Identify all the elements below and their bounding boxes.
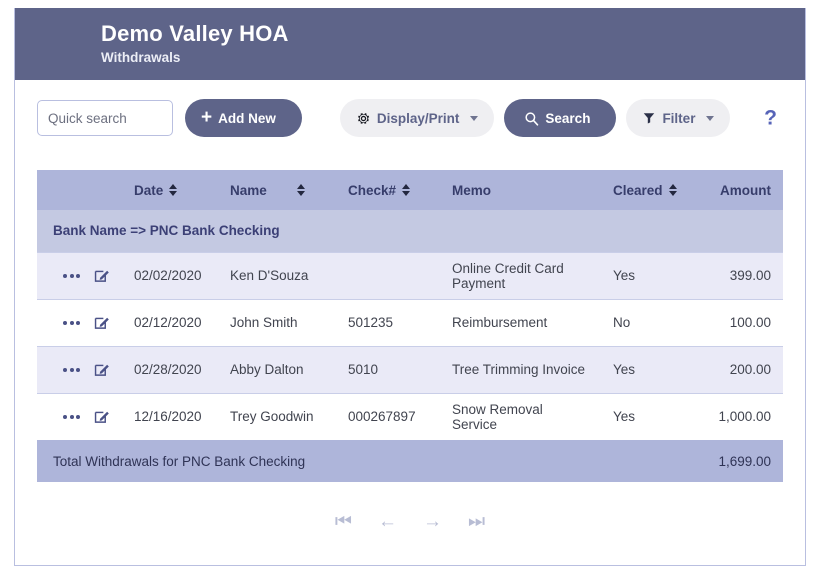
sort-icon[interactable] xyxy=(296,184,305,196)
chevron-down-icon xyxy=(706,115,715,121)
cell-cleared: No xyxy=(601,299,691,346)
prev-page-button[interactable]: ← xyxy=(378,512,397,531)
cell-amount: 200.00 xyxy=(691,345,783,394)
cell-check: 5010 xyxy=(336,345,440,394)
display-print-button[interactable]: Display/Print xyxy=(339,99,495,137)
first-page-button[interactable]: ⏮ xyxy=(335,512,352,531)
funnel-icon xyxy=(644,113,655,124)
edit-icon[interactable] xyxy=(93,314,110,331)
pagination: ⏮ ← → ⏭ xyxy=(37,512,783,531)
row-actions xyxy=(37,345,122,394)
total-row: Total Withdrawals for PNC Bank Checking … xyxy=(37,440,783,482)
withdrawals-table-wrap: Date Name Check# Memo Cleared Amount Ban… xyxy=(37,170,783,531)
column-header-check[interactable]: Check# xyxy=(336,170,440,210)
table-row[interactable]: 12/16/2020 Trey Goodwin 000267897 Snow Remo… xyxy=(37,393,783,440)
column-header-memo: Memo xyxy=(440,170,601,210)
search-button[interactable]: Search xyxy=(504,99,617,137)
edit-icon[interactable] xyxy=(93,267,110,284)
display-print-label: Display/Print xyxy=(376,110,460,126)
ellipsis-icon[interactable] xyxy=(63,320,80,325)
column-header-cleared[interactable]: Cleared xyxy=(601,170,691,210)
page-subtitle: Withdrawals xyxy=(101,50,181,65)
cell-cleared: Yes xyxy=(601,393,691,440)
cell-cleared: Yes xyxy=(601,251,691,300)
add-new-label: Add New xyxy=(218,110,276,126)
column-header-amount: Amount xyxy=(691,170,783,210)
plus-icon: + xyxy=(201,106,213,128)
row-actions xyxy=(37,251,122,300)
chevron-down-icon xyxy=(470,115,479,121)
table-row[interactable]: 02/12/2020 John Smith 501235 Reimbursement N… xyxy=(37,299,783,346)
column-header-actions xyxy=(37,170,122,210)
withdrawals-table: Date Name Check# Memo Cleared Amount Ban… xyxy=(37,170,783,482)
group-header: Bank Name => PNC Bank Checking xyxy=(37,210,783,252)
search-button-label: Search xyxy=(545,110,591,126)
table-body: 02/02/2020 Ken D'Souza Online Credit Card … xyxy=(37,251,783,440)
table-footer: Total Withdrawals for PNC Bank Checking … xyxy=(37,440,783,482)
app-header: Demo Valley HOA Withdrawals xyxy=(15,8,805,80)
column-label-amount: Amount xyxy=(720,182,771,198)
toolbar-actions: Display/Print Search Filter xyxy=(339,99,731,137)
cell-date: 02/12/2020 xyxy=(122,299,218,346)
total-amount: 1,699.00 xyxy=(691,440,783,482)
cell-name: Ken D'Souza xyxy=(218,251,336,300)
cell-date: 02/02/2020 xyxy=(122,251,218,300)
cell-amount: 1,000.00 xyxy=(691,393,783,440)
magnifier-icon xyxy=(525,111,539,126)
cell-cleared: Yes xyxy=(601,345,691,394)
edit-icon[interactable] xyxy=(93,361,110,378)
table-header: Date Name Check# Memo Cleared Amount xyxy=(37,170,783,210)
ellipsis-icon[interactable] xyxy=(63,367,80,372)
cell-memo: Reimbursement xyxy=(440,299,601,346)
cell-check: 000267897 xyxy=(336,393,440,440)
group-label: Bank Name => PNC Bank Checking xyxy=(37,210,783,252)
filter-label: Filter xyxy=(662,110,696,126)
next-page-button[interactable]: → xyxy=(423,512,442,531)
filter-button[interactable]: Filter xyxy=(626,99,731,137)
edit-icon[interactable] xyxy=(93,408,110,425)
ellipsis-icon[interactable] xyxy=(63,273,80,278)
column-header-name[interactable]: Name xyxy=(218,170,336,210)
table-row[interactable]: 02/02/2020 Ken D'Souza Online Credit Card … xyxy=(37,251,783,300)
column-label-cleared: Cleared xyxy=(613,182,663,198)
withdrawals-card: Demo Valley HOA Withdrawals + Add New Di… xyxy=(14,8,806,566)
help-icon[interactable]: ? xyxy=(764,108,777,129)
column-header-date[interactable]: Date xyxy=(122,170,218,210)
row-actions xyxy=(37,299,122,346)
gear-icon xyxy=(357,112,370,124)
column-label-date: Date xyxy=(134,182,164,198)
cell-check xyxy=(336,251,440,300)
cell-date: 02/28/2020 xyxy=(122,345,218,394)
cell-memo: Online Credit Card Payment xyxy=(440,251,601,300)
toolbar: + Add New Display/Print Search xyxy=(15,80,805,156)
table-header-row: Date Name Check# Memo Cleared Amount xyxy=(37,170,783,210)
sort-icon[interactable] xyxy=(402,184,411,196)
ellipsis-icon[interactable] xyxy=(63,414,80,419)
group-row: Bank Name => PNC Bank Checking xyxy=(37,210,783,252)
total-label: Total Withdrawals for PNC Bank Checking xyxy=(37,440,691,482)
cell-name: Trey Goodwin xyxy=(218,393,336,440)
add-new-button[interactable]: + Add New xyxy=(185,99,302,137)
cell-name: John Smith xyxy=(218,299,336,346)
cell-memo: Tree Trimming Invoice xyxy=(440,345,601,394)
column-label-memo: Memo xyxy=(452,182,492,198)
last-page-button[interactable]: ⏭ xyxy=(468,512,485,531)
cell-amount: 399.00 xyxy=(691,251,783,300)
column-label-name: Name xyxy=(230,182,267,198)
cell-check: 501235 xyxy=(336,299,440,346)
cell-name: Abby Dalton xyxy=(218,345,336,394)
page-title: Demo Valley HOA xyxy=(101,21,289,46)
quick-search-box[interactable] xyxy=(37,100,240,136)
cell-amount: 100.00 xyxy=(691,299,783,346)
table-row[interactable]: 02/28/2020 Abby Dalton 5010 Tree Trimming I… xyxy=(37,345,783,394)
sort-icon[interactable] xyxy=(169,184,178,196)
row-actions xyxy=(37,393,122,440)
sort-icon[interactable] xyxy=(668,184,677,196)
cell-date: 12/16/2020 xyxy=(122,393,218,440)
column-label-check: Check# xyxy=(348,182,397,198)
cell-memo: Snow Removal Service xyxy=(440,393,601,440)
